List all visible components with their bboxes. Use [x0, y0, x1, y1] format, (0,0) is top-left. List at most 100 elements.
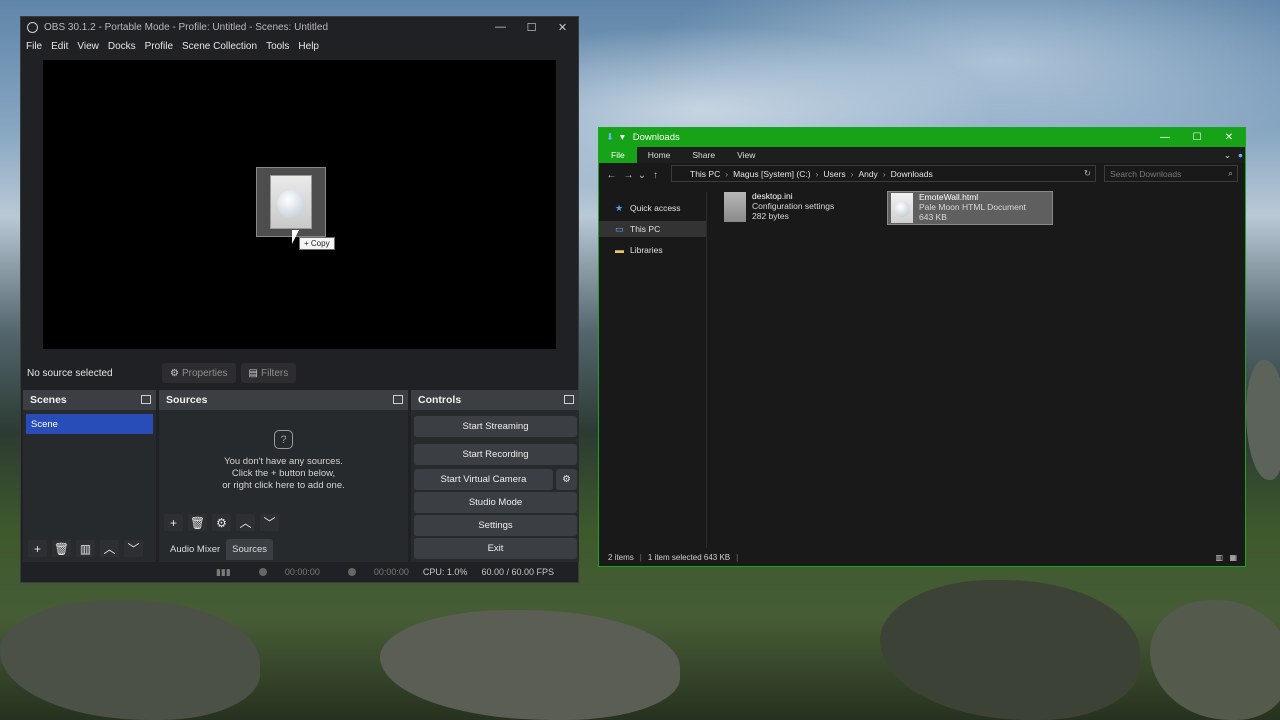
dock-tabs: Audio Mixer Sources: [164, 539, 274, 560]
scene-list-item[interactable]: Scene: [26, 414, 153, 434]
question-icon: ?: [274, 430, 293, 449]
trash-icon[interactable]: 🗑: [52, 540, 71, 557]
wallpaper-rock: [1150, 600, 1280, 720]
nav-item-this-pc[interactable]: ▭ This PC: [599, 221, 706, 237]
menu-view[interactable]: View: [77, 41, 99, 52]
minimize-icon[interactable]: —: [1149, 128, 1181, 147]
menu-docks[interactable]: Docks: [108, 41, 136, 52]
chevron-down-icon[interactable]: ﹀: [260, 514, 279, 531]
file-explorer-window[interactable]: ⬇ ▾ Downloads — ☐ ✕ File Home Share View…: [598, 127, 1246, 567]
obs-status-bar: ▮▮▮ 00:00:00 00:00:00 CPU: 1.0% 60.00 / …: [21, 562, 578, 582]
close-icon[interactable]: ✕: [547, 17, 578, 37]
ribbon-tab-view[interactable]: View: [726, 147, 766, 163]
virtual-camera-settings-button[interactable]: ⚙: [556, 469, 577, 490]
studio-mode-button[interactable]: Studio Mode: [414, 492, 577, 513]
forward-arrow-icon[interactable]: →: [620, 170, 637, 181]
add-source-icon[interactable]: +: [164, 514, 183, 531]
start-recording-button[interactable]: Start Recording: [414, 444, 577, 465]
filters-button[interactable]: ▤ Filters: [240, 363, 297, 383]
breadcrumb-this-pc[interactable]: This PC: [690, 169, 720, 179]
chevron-up-icon[interactable]: ︿: [100, 540, 119, 557]
explorer-window-title: Downloads: [632, 132, 680, 143]
breadcrumb-drive[interactable]: Magus [System] (C:): [733, 169, 810, 179]
breadcrumb-downloads[interactable]: Downloads: [891, 169, 933, 179]
wallpaper-rock: [1246, 360, 1280, 480]
dragged-file-icon: [256, 167, 326, 237]
scenes-dock: Scenes Scene + 🗑 ▥ ︿ ﹀: [23, 390, 156, 562]
recent-locations-icon[interactable]: ⌄: [637, 170, 647, 181]
breadcrumb-users[interactable]: Users: [823, 169, 845, 179]
menu-help[interactable]: Help: [298, 41, 319, 52]
tab-audio-mixer[interactable]: Audio Mixer: [164, 539, 226, 560]
file-item-emotewall-html[interactable]: EmoteWall.html Pale Moon HTML Document 6…: [887, 191, 1053, 225]
preview-canvas[interactable]: + Copy: [43, 60, 556, 349]
file-item-desktop-ini[interactable]: desktop.ini Configuration settings 282 b…: [721, 191, 881, 225]
address-bar[interactable]: This PC › Magus [System] (C:) › Users › And…: [671, 165, 1096, 182]
wallpaper-rock: [0, 600, 260, 720]
ribbon-tabs: File Home Share View ⌄ ●: [599, 147, 1245, 163]
ribbon-tab-file[interactable]: File: [599, 147, 637, 163]
menu-edit[interactable]: Edit: [51, 41, 68, 52]
obs-logo-icon: [27, 21, 38, 33]
nav-item-libraries[interactable]: ▬ Libraries: [599, 242, 706, 258]
trash-icon[interactable]: 🗑: [188, 514, 207, 531]
exit-button[interactable]: Exit: [414, 538, 577, 559]
chevron-down-icon[interactable]: ﹀: [124, 540, 143, 557]
settings-file-icon: [724, 192, 746, 222]
search-input[interactable]: Search Downloads ⌕: [1104, 165, 1238, 182]
up-arrow-icon[interactable]: ↑: [647, 170, 664, 181]
ribbon-expand-icon[interactable]: ⌄: [1224, 147, 1231, 163]
close-icon[interactable]: ✕: [1213, 128, 1245, 147]
maximize-icon[interactable]: ☐: [1181, 128, 1213, 147]
chevron-up-icon[interactable]: ︿: [236, 514, 255, 531]
properties-button[interactable]: ⚙ Properties: [162, 363, 236, 383]
undock-icon[interactable]: [564, 395, 574, 404]
minimize-icon[interactable]: —: [485, 17, 516, 37]
item-count: 2 items: [608, 552, 634, 562]
html-document-icon: [270, 175, 312, 229]
breadcrumb-andy[interactable]: Andy: [858, 169, 877, 179]
filter-icon: ▤: [248, 367, 258, 379]
gear-icon[interactable]: ⚙: [212, 514, 231, 531]
sources-dock-header: Sources: [159, 390, 408, 410]
menu-scene-collection[interactable]: Scene Collection: [182, 41, 257, 52]
large-icons-view-icon[interactable]: ▦: [1229, 553, 1237, 562]
help-icon[interactable]: ●: [1238, 147, 1243, 163]
start-streaming-button[interactable]: Start Streaming: [414, 416, 577, 437]
settings-button[interactable]: Settings: [414, 515, 577, 536]
gear-icon: ⚙: [562, 474, 571, 485]
cpu-usage: CPU: 1.0%: [422, 567, 468, 577]
mouse-cursor-icon: [292, 230, 299, 244]
nav-item-quick-access[interactable]: ★ Quick access: [599, 200, 706, 216]
quick-access-toolbar-icon[interactable]: ▾: [620, 132, 625, 143]
back-arrow-icon[interactable]: ←: [603, 170, 620, 181]
undock-icon[interactable]: [393, 395, 403, 404]
ribbon-tab-share[interactable]: Share: [681, 147, 726, 163]
record-status: 00:00:00: [334, 567, 409, 577]
menu-file[interactable]: File: [26, 41, 42, 52]
obs-window-title: OBS 30.1.2 - Portable Mode - Profile: Un…: [44, 21, 329, 33]
menu-profile[interactable]: Profile: [145, 41, 173, 52]
details-view-icon[interactable]: ▥: [1215, 553, 1223, 562]
tab-sources[interactable]: Sources: [226, 539, 274, 560]
start-virtual-camera-button[interactable]: Start Virtual Camera: [414, 469, 553, 490]
ribbon-tab-home[interactable]: Home: [637, 147, 682, 163]
refresh-icon[interactable]: ↻: [1084, 168, 1091, 179]
maximize-icon[interactable]: ☐: [516, 17, 547, 37]
scene-filters-icon[interactable]: ▥: [76, 540, 95, 557]
no-source-label: No source selected: [27, 367, 113, 379]
computer-icon: ▭: [615, 223, 624, 234]
undock-icon[interactable]: [141, 395, 151, 404]
gear-icon: ⚙: [170, 367, 179, 379]
menu-tools[interactable]: Tools: [266, 41, 289, 52]
controls-dock-header: Controls: [411, 390, 579, 410]
sources-dock[interactable]: Sources ? You don't have any sources. Cl…: [159, 390, 408, 562]
record-icon: [347, 568, 356, 576]
obs-title-bar[interactable]: OBS 30.1.2 - Portable Mode - Profile: Un…: [21, 17, 578, 37]
download-folder-icon: ⬇: [606, 132, 614, 143]
network-signal-icon: ▮▮▮: [215, 566, 231, 577]
add-scene-icon[interactable]: +: [28, 540, 47, 557]
scenes-dock-header: Scenes: [23, 390, 156, 410]
explorer-title-bar[interactable]: ⬇ ▾ Downloads — ☐ ✕: [599, 128, 1245, 147]
obs-window[interactable]: OBS 30.1.2 - Portable Mode - Profile: Un…: [20, 16, 579, 583]
